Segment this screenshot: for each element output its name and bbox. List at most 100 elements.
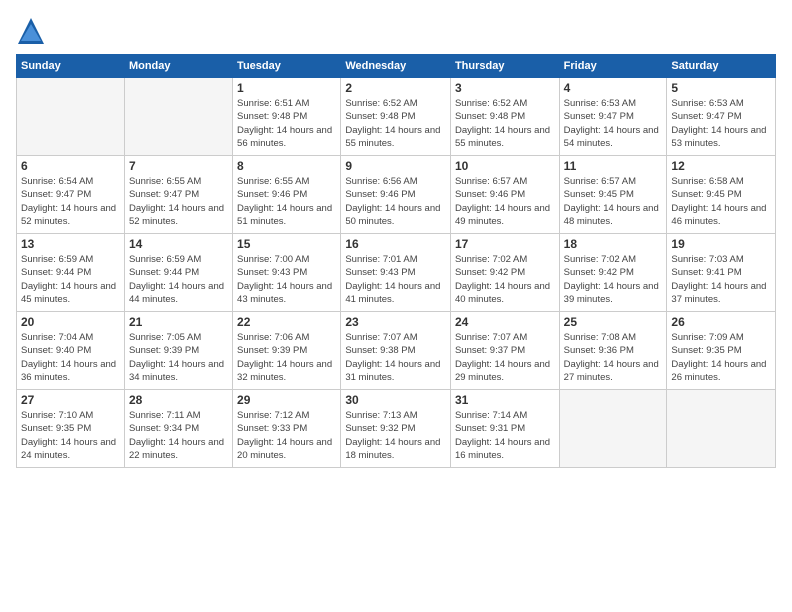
calendar-cell bbox=[124, 78, 232, 156]
day-info: Sunrise: 7:04 AM Sunset: 9:40 PM Dayligh… bbox=[21, 331, 120, 384]
day-number: 31 bbox=[455, 393, 555, 407]
day-info: Sunrise: 7:10 AM Sunset: 9:35 PM Dayligh… bbox=[21, 409, 120, 462]
calendar-cell: 11 Sunrise: 6:57 AM Sunset: 9:45 PM Dayli… bbox=[559, 156, 667, 234]
day-info: Sunrise: 6:54 AM Sunset: 9:47 PM Dayligh… bbox=[21, 175, 120, 228]
day-info: Sunrise: 7:05 AM Sunset: 9:39 PM Dayligh… bbox=[129, 331, 228, 384]
calendar-cell: 6 Sunrise: 6:54 AM Sunset: 9:47 PM Daylig… bbox=[17, 156, 125, 234]
day-info: Sunrise: 7:08 AM Sunset: 9:36 PM Dayligh… bbox=[564, 331, 663, 384]
calendar-cell: 20 Sunrise: 7:04 AM Sunset: 9:40 PM Dayli… bbox=[17, 312, 125, 390]
day-number: 15 bbox=[237, 237, 336, 251]
day-info: Sunrise: 6:51 AM Sunset: 9:48 PM Dayligh… bbox=[237, 97, 336, 150]
calendar-header-sunday: Sunday bbox=[17, 55, 125, 78]
calendar-cell: 8 Sunrise: 6:55 AM Sunset: 9:46 PM Daylig… bbox=[233, 156, 341, 234]
calendar-cell: 27 Sunrise: 7:10 AM Sunset: 9:35 PM Dayli… bbox=[17, 390, 125, 468]
calendar-cell: 23Sunrise: 7:07 AM Sunset: 9:38 PM Dayli… bbox=[341, 312, 451, 390]
day-info: Sunrise: 7:02 AM Sunset: 9:42 PM Dayligh… bbox=[455, 253, 555, 306]
calendar-cell: 13Sunrise: 6:59 AM Sunset: 9:44 PM Dayli… bbox=[17, 234, 125, 312]
day-info: Sunrise: 7:14 AM Sunset: 9:31 PM Dayligh… bbox=[455, 409, 555, 462]
calendar-header-thursday: Thursday bbox=[450, 55, 559, 78]
logo bbox=[16, 16, 50, 46]
day-number: 12 bbox=[671, 159, 771, 173]
calendar-header-row: SundayMondayTuesdayWednesdayThursdayFrid… bbox=[17, 55, 776, 78]
day-number: 7 bbox=[129, 159, 228, 173]
day-number: 5 bbox=[671, 81, 771, 95]
day-number: 9 bbox=[345, 159, 446, 173]
calendar-cell: 25 Sunrise: 7:08 AM Sunset: 9:36 PM Dayli… bbox=[559, 312, 667, 390]
calendar-cell: 1 Sunrise: 6:51 AM Sunset: 9:48 PM Daylig… bbox=[233, 78, 341, 156]
calendar-cell: 10Sunrise: 6:57 AM Sunset: 9:46 PM Dayli… bbox=[450, 156, 559, 234]
day-info: Sunrise: 6:53 AM Sunset: 9:47 PM Dayligh… bbox=[671, 97, 771, 150]
calendar-cell bbox=[17, 78, 125, 156]
day-number: 21 bbox=[129, 315, 228, 329]
day-info: Sunrise: 7:02 AM Sunset: 9:42 PM Dayligh… bbox=[564, 253, 663, 306]
day-number: 8 bbox=[237, 159, 336, 173]
day-number: 27 bbox=[21, 393, 120, 407]
day-number: 25 bbox=[564, 315, 663, 329]
day-info: Sunrise: 7:13 AM Sunset: 9:32 PM Dayligh… bbox=[345, 409, 446, 462]
day-number: 18 bbox=[564, 237, 663, 251]
day-number: 13 bbox=[21, 237, 120, 251]
page: SundayMondayTuesdayWednesdayThursdayFrid… bbox=[0, 0, 792, 612]
day-info: Sunrise: 6:58 AM Sunset: 9:45 PM Dayligh… bbox=[671, 175, 771, 228]
calendar-cell: 21 Sunrise: 7:05 AM Sunset: 9:39 PM Dayli… bbox=[124, 312, 232, 390]
day-info: Sunrise: 6:55 AM Sunset: 9:46 PM Dayligh… bbox=[237, 175, 336, 228]
calendar-cell: 5 Sunrise: 6:53 AM Sunset: 9:47 PM Daylig… bbox=[667, 78, 776, 156]
calendar-header-wednesday: Wednesday bbox=[341, 55, 451, 78]
calendar-week-row: 1 Sunrise: 6:51 AM Sunset: 9:48 PM Daylig… bbox=[17, 78, 776, 156]
calendar-cell: 24 Sunrise: 7:07 AM Sunset: 9:37 PM Dayli… bbox=[450, 312, 559, 390]
day-number: 29 bbox=[237, 393, 336, 407]
day-number: 3 bbox=[455, 81, 555, 95]
day-number: 16 bbox=[345, 237, 446, 251]
day-info: Sunrise: 6:52 AM Sunset: 9:48 PM Dayligh… bbox=[345, 97, 446, 150]
day-info: Sunrise: 7:12 AM Sunset: 9:33 PM Dayligh… bbox=[237, 409, 336, 462]
day-info: Sunrise: 6:53 AM Sunset: 9:47 PM Dayligh… bbox=[564, 97, 663, 150]
calendar-cell: 26Sunrise: 7:09 AM Sunset: 9:35 PM Dayli… bbox=[667, 312, 776, 390]
day-info: Sunrise: 7:03 AM Sunset: 9:41 PM Dayligh… bbox=[671, 253, 771, 306]
day-info: Sunrise: 7:07 AM Sunset: 9:38 PM Dayligh… bbox=[345, 331, 446, 384]
day-number: 28 bbox=[129, 393, 228, 407]
calendar-cell: 28 Sunrise: 7:11 AM Sunset: 9:34 PM Dayli… bbox=[124, 390, 232, 468]
calendar-cell: 18 Sunrise: 7:02 AM Sunset: 9:42 PM Dayli… bbox=[559, 234, 667, 312]
day-info: Sunrise: 7:01 AM Sunset: 9:43 PM Dayligh… bbox=[345, 253, 446, 306]
day-number: 14 bbox=[129, 237, 228, 251]
calendar-header-monday: Monday bbox=[124, 55, 232, 78]
day-info: Sunrise: 7:00 AM Sunset: 9:43 PM Dayligh… bbox=[237, 253, 336, 306]
calendar-cell bbox=[667, 390, 776, 468]
calendar-cell: 2 Sunrise: 6:52 AM Sunset: 9:48 PM Daylig… bbox=[341, 78, 451, 156]
calendar-header-friday: Friday bbox=[559, 55, 667, 78]
calendar-cell: 17 Sunrise: 7:02 AM Sunset: 9:42 PM Dayli… bbox=[450, 234, 559, 312]
calendar: SundayMondayTuesdayWednesdayThursdayFrid… bbox=[16, 54, 776, 468]
day-number: 24 bbox=[455, 315, 555, 329]
day-number: 20 bbox=[21, 315, 120, 329]
day-number: 6 bbox=[21, 159, 120, 173]
day-number: 17 bbox=[455, 237, 555, 251]
day-info: Sunrise: 6:55 AM Sunset: 9:47 PM Dayligh… bbox=[129, 175, 228, 228]
calendar-week-row: 27 Sunrise: 7:10 AM Sunset: 9:35 PM Dayli… bbox=[17, 390, 776, 468]
calendar-cell bbox=[559, 390, 667, 468]
calendar-cell: 29 Sunrise: 7:12 AM Sunset: 9:33 PM Dayli… bbox=[233, 390, 341, 468]
calendar-cell: 7 Sunrise: 6:55 AM Sunset: 9:47 PM Daylig… bbox=[124, 156, 232, 234]
calendar-cell: 15 Sunrise: 7:00 AM Sunset: 9:43 PM Dayli… bbox=[233, 234, 341, 312]
day-info: Sunrise: 7:07 AM Sunset: 9:37 PM Dayligh… bbox=[455, 331, 555, 384]
calendar-cell: 31 Sunrise: 7:14 AM Sunset: 9:31 PM Dayli… bbox=[450, 390, 559, 468]
day-info: Sunrise: 6:59 AM Sunset: 9:44 PM Dayligh… bbox=[129, 253, 228, 306]
calendar-week-row: 13 Sunrise: 6:59 AM Sunset: 9:44 PM Dayli… bbox=[17, 234, 776, 312]
calendar-cell: 9Sunrise: 6:56 AM Sunset: 9:46 PM Daylig… bbox=[341, 156, 451, 234]
calendar-header-saturday: Saturday bbox=[667, 55, 776, 78]
day-info: Sunrise: 7:11 AM Sunset: 9:34 PM Dayligh… bbox=[129, 409, 228, 462]
day-info: Sunrise: 6:52 AM Sunset: 9:48 PM Dayligh… bbox=[455, 97, 555, 150]
calendar-cell: 19Sunrise: 7:03 AM Sunset: 9:41 PM Dayli… bbox=[667, 234, 776, 312]
day-info: Sunrise: 7:09 AM Sunset: 9:35 PM Dayligh… bbox=[671, 331, 771, 384]
calendar-cell: 16 Sunrise: 7:01 AM Sunset: 9:43 PM Dayli… bbox=[341, 234, 451, 312]
day-number: 11 bbox=[564, 159, 663, 173]
calendar-cell: 14 Sunrise: 6:59 AM Sunset: 9:44 PM Dayli… bbox=[124, 234, 232, 312]
day-number: 2 bbox=[345, 81, 446, 95]
day-info: Sunrise: 6:57 AM Sunset: 9:45 PM Dayligh… bbox=[564, 175, 663, 228]
calendar-cell: 12 Sunrise: 6:58 AM Sunset: 9:45 PM Dayli… bbox=[667, 156, 776, 234]
calendar-cell: 4 Sunrise: 6:53 AM Sunset: 9:47 PM Daylig… bbox=[559, 78, 667, 156]
calendar-cell: 3 Sunrise: 6:52 AM Sunset: 9:48 PM Daylig… bbox=[450, 78, 559, 156]
day-number: 4 bbox=[564, 81, 663, 95]
day-number: 1 bbox=[237, 81, 336, 95]
calendar-week-row: 6 Sunrise: 6:54 AM Sunset: 9:47 PM Daylig… bbox=[17, 156, 776, 234]
day-number: 30 bbox=[345, 393, 446, 407]
